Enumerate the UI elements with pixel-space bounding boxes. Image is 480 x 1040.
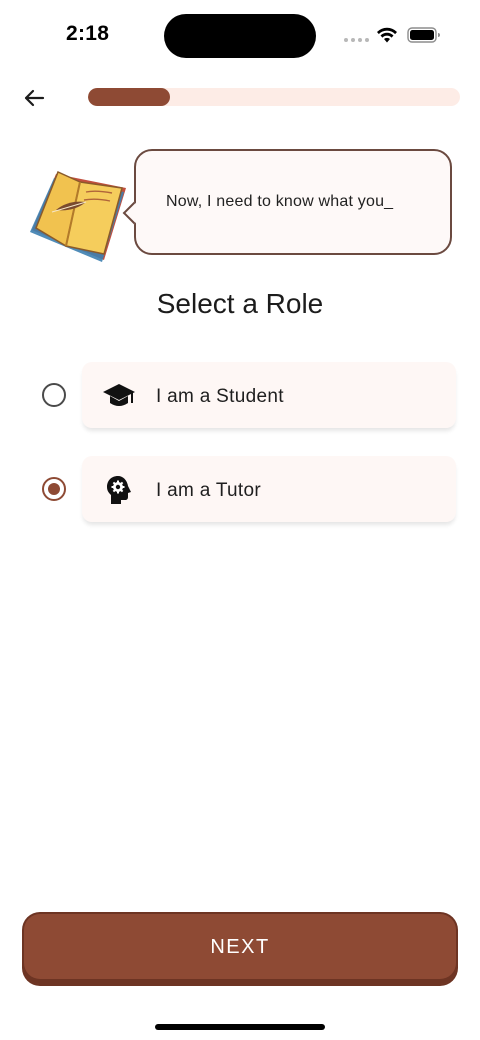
progress-bar xyxy=(88,88,460,106)
arrow-left-icon xyxy=(24,89,45,107)
wifi-icon xyxy=(377,27,397,43)
open-book-mascot xyxy=(30,170,126,262)
dynamic-island xyxy=(164,14,316,58)
progress-bar-fill xyxy=(88,88,170,106)
student-role-card[interactable]: I am a Student xyxy=(82,362,456,428)
home-indicator xyxy=(155,1024,325,1030)
graduation-cap-icon xyxy=(102,379,136,413)
page-title: Select a Role xyxy=(156,288,324,319)
role-option-student[interactable]: I am a Student xyxy=(0,358,480,432)
battery-icon xyxy=(407,27,440,43)
tutor-radio-button[interactable] xyxy=(42,477,66,501)
back-button[interactable] xyxy=(18,82,50,114)
tutor-role-card[interactable]: I am a Tutor xyxy=(82,456,456,522)
speech-bubble: Now, I need to know what you_ xyxy=(134,149,452,255)
speech-bubble-text: Now, I need to know what you_ xyxy=(166,193,394,210)
student-radio-button[interactable] xyxy=(42,383,66,407)
head-gear-icon xyxy=(102,473,136,507)
student-role-label: I am a Student xyxy=(156,386,284,407)
next-button[interactable]: NEXT xyxy=(24,914,456,984)
cellular-signal-icon xyxy=(344,38,369,42)
status-time: 2:18 xyxy=(66,22,110,45)
next-button-label: NEXT xyxy=(210,935,270,958)
tutor-role-label: I am a Tutor xyxy=(156,480,261,501)
role-option-tutor[interactable]: I am a Tutor xyxy=(0,452,480,526)
status-bar: 2:18 xyxy=(0,0,480,72)
